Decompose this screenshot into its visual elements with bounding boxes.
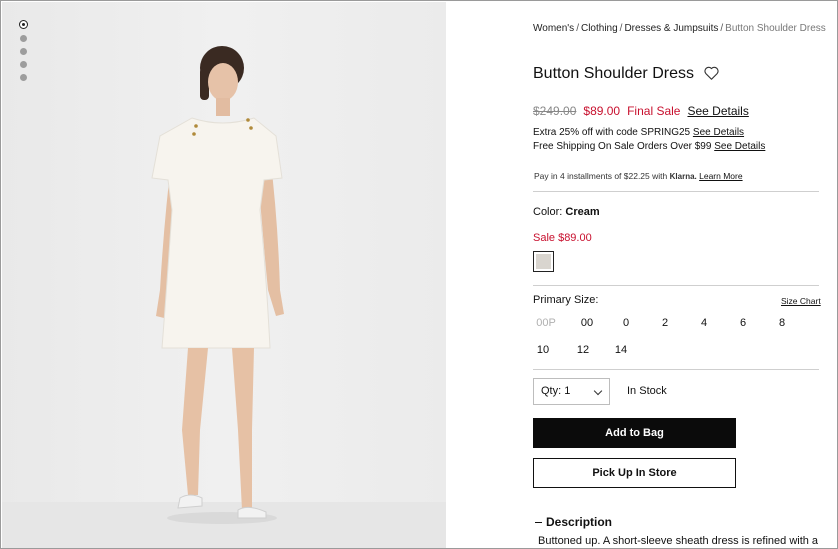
page-frame: Women's / Clothing / Dresses & Jumpsuits / But…	[0, 0, 838, 549]
breadcrumb-separator: /	[720, 23, 724, 34]
gallery-dot-3[interactable]	[20, 48, 27, 55]
chevron-down-icon	[593, 386, 603, 396]
free-shipping-details-link[interactable]: See Details	[714, 141, 765, 152]
gallery-dot-2[interactable]	[20, 35, 27, 42]
final-sale-label: Final Sale	[627, 104, 681, 118]
color-label: Color: Cream	[533, 206, 600, 218]
color-label-text: Color:	[533, 206, 563, 218]
promo-code-text: Extra 25% off with code SPRING25	[533, 127, 691, 138]
klarna-text: Pay in 4 installments of $22.25 with	[534, 171, 668, 181]
size-option-4[interactable]: 4	[692, 311, 716, 335]
free-shipping-line: Free Shipping On Sale Orders Over $99 Se…	[533, 141, 765, 152]
size-option-00p[interactable]: 00P	[534, 311, 558, 335]
quantity-value: Qty: 1	[541, 385, 571, 397]
free-shipping-text: Free Shipping On Sale Orders Over $99	[533, 141, 712, 152]
swatch-fill	[536, 254, 551, 269]
breadcrumb-link-dresses[interactable]: Dresses & Jumpsuits	[624, 23, 718, 34]
breadcrumb-separator: /	[619, 23, 623, 34]
size-option-6[interactable]: 6	[731, 311, 755, 335]
product-title-row: Button Shoulder Dress	[533, 65, 720, 83]
gallery-dot-1[interactable]	[19, 20, 28, 29]
klarna-learn-more-link[interactable]: Learn More	[699, 171, 742, 181]
size-option-12[interactable]: 12	[571, 338, 595, 362]
description-toggle[interactable]: Description	[535, 515, 612, 529]
promo-code-details-link[interactable]: See Details	[693, 127, 744, 138]
gallery-pagination-dots	[19, 20, 28, 81]
color-sale-price: Sale $89.00	[533, 232, 592, 244]
size-option-8[interactable]: 8	[770, 311, 794, 335]
color-value: Cream	[565, 206, 600, 218]
wishlist-heart-icon[interactable]	[704, 66, 720, 82]
size-label: Primary Size:	[533, 294, 599, 306]
size-option-14[interactable]: 14	[609, 338, 633, 362]
product-model-image	[151, 46, 284, 524]
breadcrumb-link-women[interactable]: Women's	[533, 23, 574, 34]
breadcrumb-link-clothing[interactable]: Clothing	[581, 23, 618, 34]
size-option-2[interactable]: 2	[653, 311, 677, 335]
color-swatch-cream[interactable]	[533, 251, 554, 272]
add-to-bag-button[interactable]: Add to Bag	[533, 418, 736, 448]
breadcrumb-current: Button Shoulder Dress	[725, 23, 826, 34]
klarna-logo: Klarna.	[669, 172, 697, 181]
divider	[533, 285, 819, 286]
sale-price: $89.00	[583, 104, 621, 118]
promo-code-line: Extra 25% off with code SPRING25 See Det…	[533, 127, 744, 138]
description-text: Buttoned up. A short-sleeve sheath dress…	[538, 535, 818, 547]
pick-up-in-store-button[interactable]: Pick Up In Store	[533, 458, 736, 488]
product-title: Button Shoulder Dress	[533, 65, 694, 82]
product-image-gallery[interactable]	[2, 2, 446, 548]
size-option-00[interactable]: 00	[575, 311, 599, 335]
divider	[533, 191, 819, 192]
collapse-minus-icon	[535, 522, 542, 524]
klarna-installments: Pay in 4 installments of $22.25 with Kla…	[534, 171, 743, 181]
price-row: $249.00 $89.00 Final Sale See Details	[533, 104, 749, 118]
original-price: $249.00	[533, 104, 577, 118]
quantity-select[interactable]: Qty: 1	[533, 378, 610, 405]
final-sale-details-link[interactable]: See Details	[687, 104, 748, 118]
size-option-10[interactable]: 10	[531, 338, 555, 362]
breadcrumb: Women's / Clothing / Dresses & Jumpsuits / But…	[533, 23, 826, 34]
description-heading: Description	[546, 515, 613, 529]
size-chart-link[interactable]: Size Chart	[781, 296, 821, 306]
stock-status: In Stock	[627, 385, 667, 397]
divider	[533, 369, 819, 370]
gallery-dot-5[interactable]	[20, 74, 27, 81]
size-option-0[interactable]: 0	[614, 311, 638, 335]
breadcrumb-separator: /	[576, 23, 579, 34]
gallery-dot-4[interactable]	[20, 61, 27, 68]
